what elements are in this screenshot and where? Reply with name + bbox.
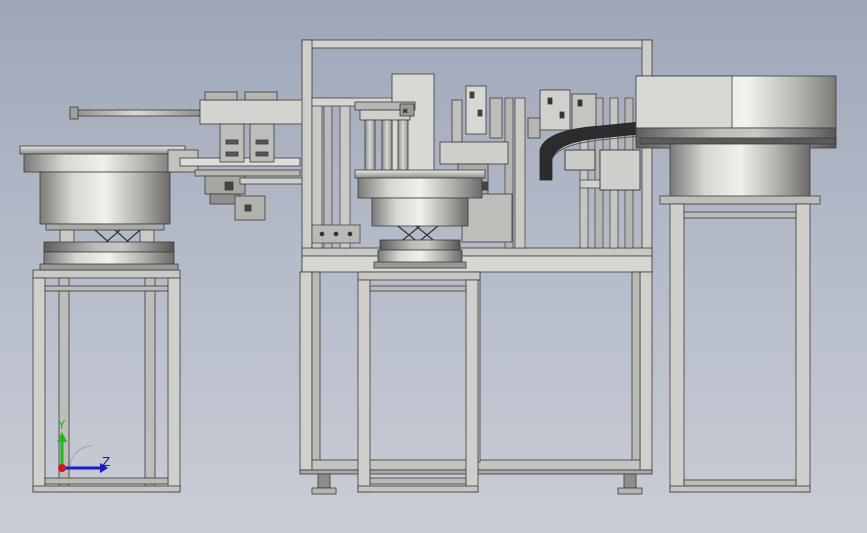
left-vibratory-bowl[interactable] [19, 145, 186, 271]
z-axis-label: Z [102, 455, 110, 469]
center-bowl-stand[interactable] [357, 271, 481, 493]
press-unit[interactable]: M [354, 73, 435, 175]
x-axis-dot [58, 464, 66, 472]
right-vibratory-bowl[interactable] [635, 75, 837, 205]
cad-viewport[interactable]: M Y Z [0, 0, 867, 533]
assembly-model[interactable]: M Y Z [0, 0, 867, 533]
right-stand[interactable] [669, 203, 811, 493]
y-axis-label: Y [57, 418, 66, 432]
valve-mark: M [403, 109, 407, 115]
